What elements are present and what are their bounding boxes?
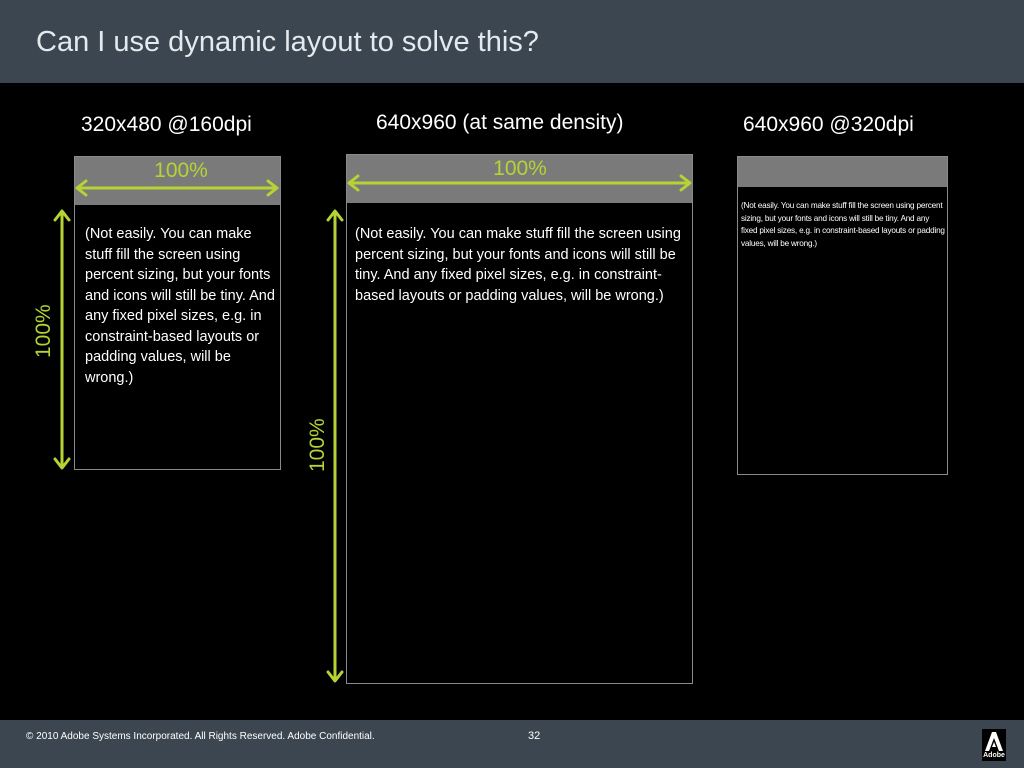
width-arrow bbox=[75, 179, 279, 197]
page-number: 32 bbox=[528, 730, 541, 742]
dimension-arrows bbox=[53, 174, 692, 683]
width-arrow bbox=[347, 174, 692, 192]
height-arrow bbox=[53, 209, 71, 470]
adobe-logo: Adobe bbox=[982, 729, 1006, 761]
adobe-logo-word: Adobe bbox=[983, 752, 1005, 759]
height-arrow bbox=[326, 209, 344, 683]
adobe-a-icon bbox=[985, 732, 1003, 751]
copyright-text: © 2010 Adobe Systems Incorporated. All R… bbox=[26, 731, 375, 742]
footer-bar: © 2010 Adobe Systems Incorporated. All R… bbox=[0, 720, 1024, 768]
